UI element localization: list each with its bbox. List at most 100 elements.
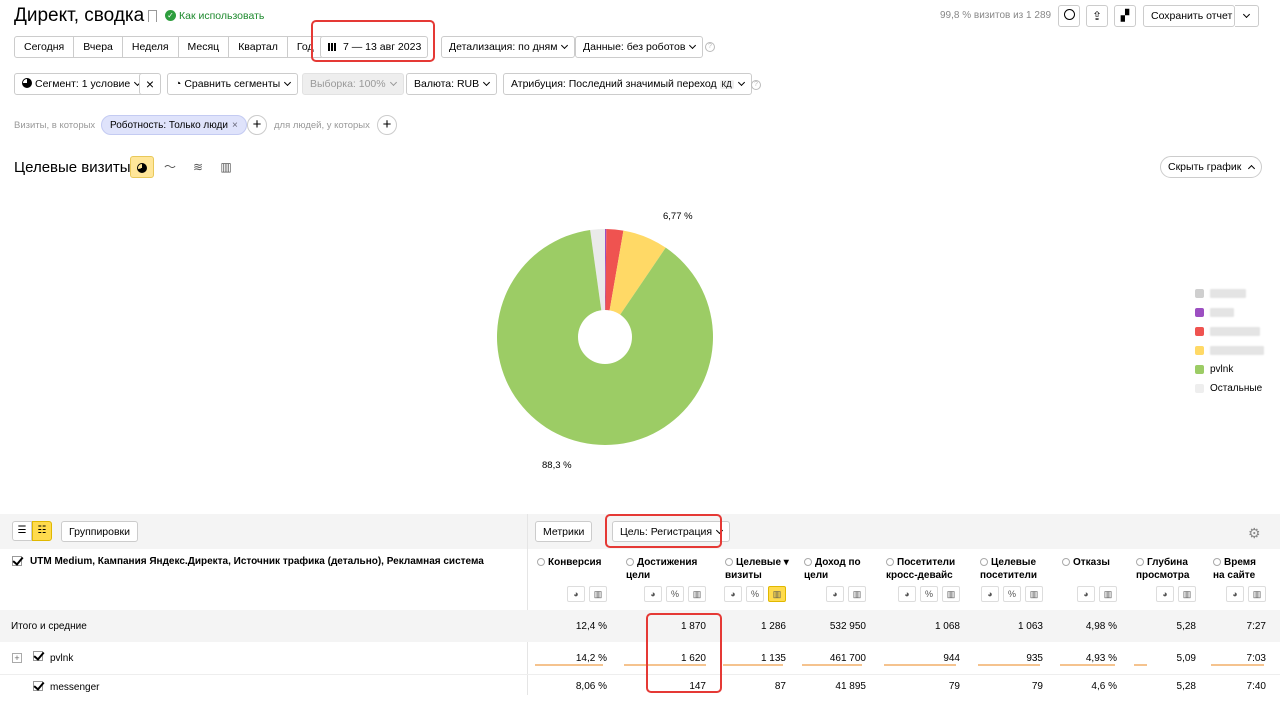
table-settings-icon[interactable]: ⚙ — [1248, 525, 1261, 542]
pie-mini-icon[interactable]: ◕ — [644, 586, 662, 602]
table-row[interactable]: messenger — [0, 675, 1280, 708]
column-header[interactable]: Глубина просмотра — [1136, 556, 1189, 582]
attribution-dropdown[interactable]: Атрибуция: Последний значимый переход КД — [503, 73, 752, 95]
export-button[interactable]: ⇪ — [1086, 5, 1108, 27]
groupings-button[interactable]: Группировки — [61, 521, 139, 542]
legend-checkbox[interactable] — [1195, 345, 1204, 355]
legend-item[interactable]: pvlnk — [1195, 362, 1233, 376]
column-header[interactable]: Достижения цели — [626, 556, 697, 582]
period-week[interactable]: Неделя — [123, 37, 179, 57]
sort-radio-icon[interactable] — [886, 558, 894, 566]
bookmark-icon[interactable] — [148, 10, 157, 22]
pie-mini-icon[interactable]: ◕ — [898, 586, 916, 602]
percent-mini-icon[interactable]: % — [666, 586, 684, 602]
row-share-bar — [624, 664, 706, 666]
period-today[interactable]: Сегодня — [15, 37, 75, 57]
area-chart-toggle[interactable]: ≋ — [186, 156, 210, 178]
info-icon[interactable]: ? — [705, 42, 715, 52]
close-icon[interactable]: × — [232, 120, 238, 131]
column-header[interactable]: Доход по цели — [804, 556, 861, 582]
compare-segments-dropdown[interactable]: ◔ Сравнить сегменты — [167, 73, 299, 95]
sort-radio-icon[interactable] — [1136, 558, 1144, 566]
clear-segment-button[interactable]: × — [139, 73, 161, 95]
detail-dropdown[interactable]: Детализация: по дням — [441, 36, 576, 58]
bar-mini-icon[interactable]: ▥ — [1178, 586, 1196, 602]
view-list-toggle[interactable]: ☰ — [12, 521, 32, 541]
goal-dropdown[interactable]: Цель: Регистрация — [612, 521, 731, 542]
period-month[interactable]: Месяц — [179, 37, 230, 57]
row-checkbox[interactable] — [33, 681, 43, 691]
column-header[interactable]: Посетители кросс-девайс — [886, 556, 955, 582]
sort-radio-icon[interactable] — [725, 558, 733, 566]
bar-mini-icon[interactable]: ▥ — [942, 586, 960, 602]
row-checkbox[interactable] — [33, 651, 43, 661]
robot-filter-tag[interactable]: Роботность: Только люди × — [101, 115, 247, 135]
date-range-button[interactable]: 7 — 13 авг 2023 — [320, 36, 428, 58]
legend-item[interactable] — [1195, 324, 1260, 338]
period-yesterday[interactable]: Вчера — [74, 37, 123, 57]
legend-checkbox[interactable] — [1195, 383, 1204, 393]
pie-mini-icon[interactable]: ◕ — [1077, 586, 1095, 602]
expand-icon[interactable]: + — [12, 653, 22, 663]
segment-dropdown[interactable]: Сегмент: 1 условие — [14, 73, 149, 95]
currency-dropdown[interactable]: Валюта: RUB — [406, 73, 498, 95]
sort-radio-icon[interactable] — [537, 558, 545, 566]
pie-mini-icon[interactable]: ◕ — [1156, 586, 1174, 602]
pie-chart-toggle[interactable] — [130, 156, 154, 178]
group-checkbox[interactable] — [12, 556, 22, 566]
legend-item[interactable] — [1195, 286, 1246, 300]
sort-radio-icon[interactable] — [804, 558, 812, 566]
bar-mini-icon[interactable]: ▥ — [1099, 586, 1117, 602]
percent-mini-icon[interactable]: % — [920, 586, 938, 602]
hide-chart-button[interactable]: Скрыть график — [1160, 156, 1263, 178]
percent-mini-icon[interactable]: % — [746, 586, 764, 602]
pie-mini-icon[interactable]: ◕ — [1226, 586, 1244, 602]
table-cell: 7:40 — [1246, 681, 1266, 692]
row-label: messenger — [50, 682, 100, 693]
column-header[interactable]: Конверсия — [537, 556, 601, 569]
column-header[interactable]: Отказы — [1062, 556, 1110, 569]
info-icon[interactable]: ? — [751, 80, 761, 90]
percent-mini-icon[interactable]: % — [1003, 586, 1021, 602]
how-to-use-link[interactable]: Как использовать — [179, 10, 264, 22]
sort-radio-icon[interactable] — [1213, 558, 1221, 566]
legend-checkbox[interactable] — [1195, 364, 1204, 374]
legend-checkbox[interactable] — [1195, 307, 1204, 317]
sample-dropdown[interactable]: Выборка: 100% — [302, 73, 404, 95]
add-people-condition-button[interactable]: + — [377, 115, 397, 135]
add-visit-condition-button[interactable]: + — [247, 115, 267, 135]
table-cell: 87 — [774, 681, 786, 692]
data-filter-dropdown[interactable]: Данные: без роботов — [575, 36, 704, 58]
period-quarter[interactable]: Квартал — [229, 37, 288, 57]
sort-radio-icon[interactable] — [980, 558, 988, 566]
bar-chart-toggle[interactable]: ▥ — [214, 156, 238, 178]
pie-mini-icon[interactable]: ◕ — [981, 586, 999, 602]
legend-item[interactable] — [1195, 305, 1234, 319]
bar-mini-icon[interactable]: ▥ — [1025, 586, 1043, 602]
bar-mini-icon[interactable]: ▥ — [1248, 586, 1266, 602]
save-report-button[interactable]: Сохранить отчет — [1143, 5, 1235, 27]
bar-mini-icon[interactable]: ▥ — [688, 586, 706, 602]
api-button[interactable]: ▞ — [1114, 5, 1136, 27]
save-report-dropdown[interactable] — [1235, 5, 1259, 27]
column-header[interactable]: Время на сайте — [1213, 556, 1256, 582]
bar-mini-icon[interactable]: ▥ — [768, 586, 786, 602]
sort-radio-icon[interactable] — [626, 558, 634, 566]
pie-mini-icon[interactable]: ◕ — [826, 586, 844, 602]
legend-checkbox[interactable] — [1195, 288, 1204, 298]
pie-mini-icon[interactable]: ◕ — [567, 586, 585, 602]
legend-item[interactable] — [1195, 343, 1264, 357]
metrics-button[interactable]: Метрики — [535, 521, 593, 542]
column-header[interactable]: Целевые посетители — [980, 556, 1037, 582]
period-year[interactable]: Год — [288, 37, 323, 57]
pie-mini-icon[interactable]: ◕ — [724, 586, 742, 602]
bar-mini-icon[interactable]: ▥ — [848, 586, 866, 602]
sort-radio-icon[interactable] — [1062, 558, 1070, 566]
history-button[interactable] — [1058, 5, 1080, 27]
legend-checkbox[interactable] — [1195, 326, 1204, 336]
line-chart-toggle[interactable]: 〜 — [158, 156, 182, 178]
view-tree-toggle[interactable]: ☷ — [32, 521, 52, 541]
column-header[interactable]: Целевые ▾ визиты — [725, 556, 789, 582]
bar-mini-icon[interactable]: ▥ — [589, 586, 607, 602]
legend-item[interactable]: Остальные — [1195, 381, 1262, 395]
